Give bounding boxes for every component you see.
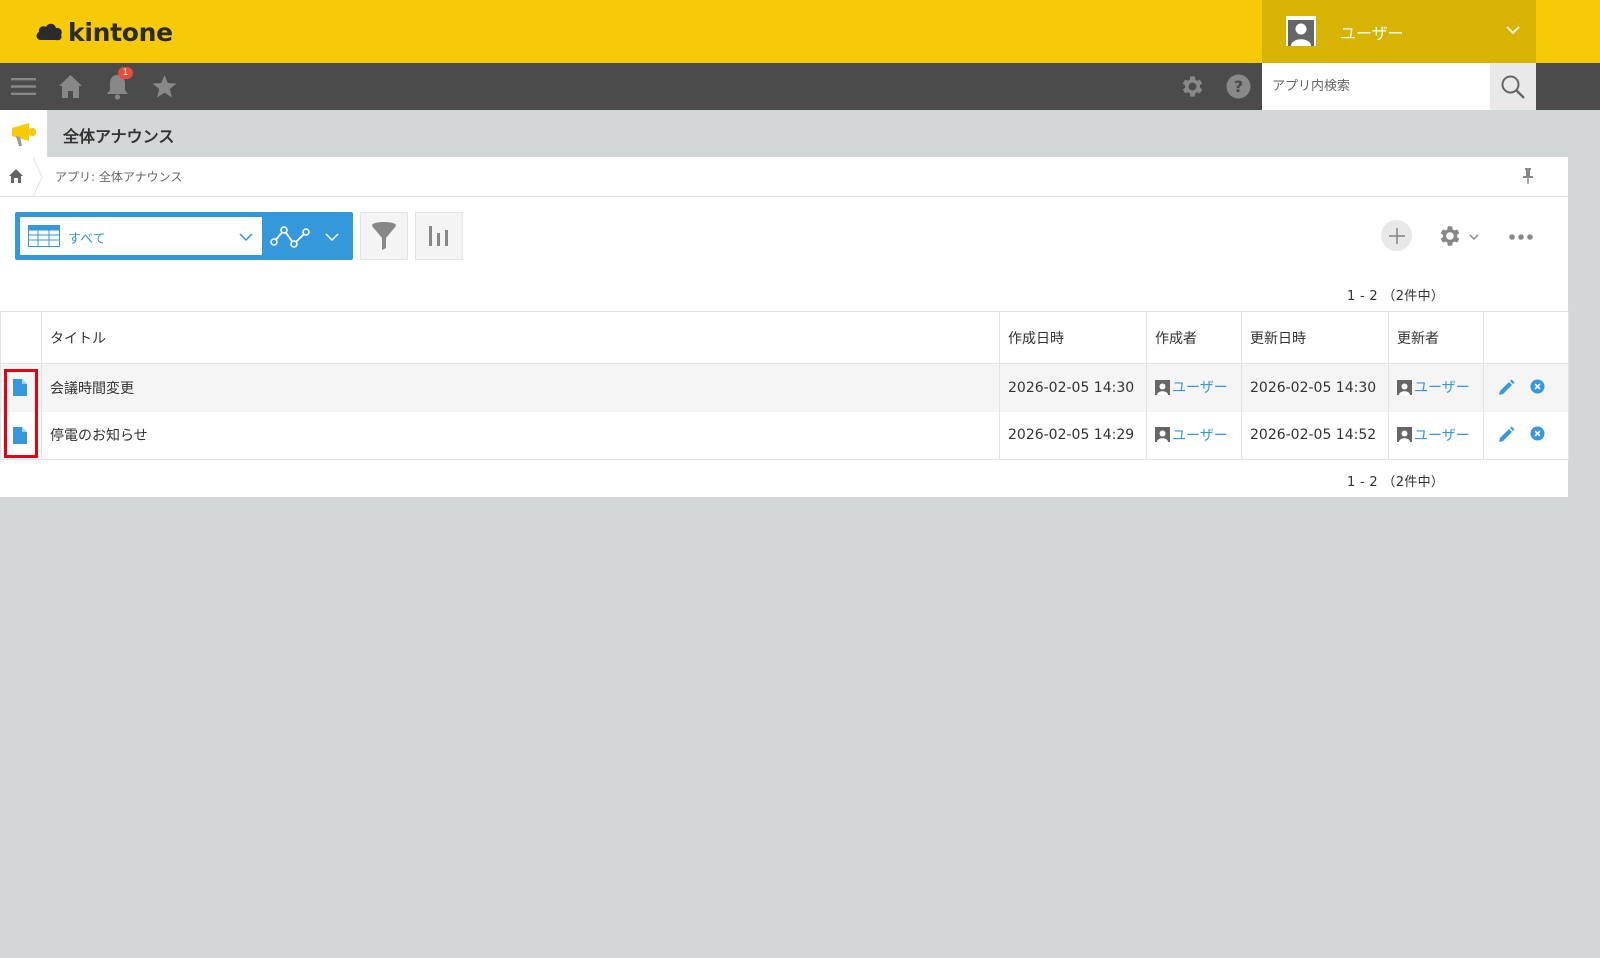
creator-name: ユーザー (1172, 380, 1228, 396)
favorites-star-icon[interactable] (151, 73, 178, 100)
record-detail-document-icon[interactable] (13, 379, 27, 397)
cell-title: 会議時間変更 (41, 363, 1000, 412)
updater-name: ユーザー (1414, 427, 1470, 444)
table-header-row: タイトル 作成日時 作成者 更新日時 更新者 (0, 311, 1569, 364)
notification-count-badge: 1 (118, 67, 133, 79)
graph-view-icon[interactable] (270, 222, 312, 250)
graph-chevron-down-icon[interactable] (325, 230, 339, 244)
app-title: 全体アナウンス (63, 127, 175, 146)
record-detail-cell[interactable] (0, 411, 42, 460)
add-record-button[interactable] (1381, 220, 1412, 251)
record-list-table: タイトル 作成日時 作成者 更新日時 更新者 会議時間変更 2026-02-05… (0, 311, 1569, 460)
view-label: すべて (68, 232, 106, 247)
pagination-top: 1 - 2 （2件中） (1347, 289, 1445, 304)
bar-chart-icon (429, 226, 448, 246)
updater-name: ユーザー (1414, 380, 1470, 396)
search-icon (1501, 75, 1525, 99)
graph-button[interactable] (415, 212, 463, 260)
cell-title: 停電のお知らせ (41, 411, 1000, 460)
table-view-icon (28, 225, 60, 247)
user-menu[interactable]: ユーザー (1262, 0, 1536, 63)
cell-creator: ユーザー (1146, 411, 1242, 460)
table-row: 会議時間変更 2026-02-05 14:30 ユーザー 2026-02-05 … (0, 363, 1569, 412)
svg-text:?: ? (1234, 77, 1243, 96)
delete-circle-icon[interactable] (1530, 426, 1545, 441)
column-header-created-at[interactable]: 作成日時 (999, 311, 1147, 364)
home-icon[interactable] (57, 73, 84, 100)
breadcrumb-separator-icon (32, 157, 43, 197)
column-header-actions (1483, 311, 1569, 364)
pin-icon[interactable] (1520, 167, 1536, 185)
creator-name: ユーザー (1172, 427, 1228, 444)
creator-user-link[interactable]: ユーザー (1155, 425, 1228, 445)
breadcrumb: アプリ: 全体アナウンス (0, 157, 1568, 197)
record-detail-document-icon[interactable] (13, 426, 27, 444)
app-header (0, 110, 1600, 157)
cell-updater: ユーザー (1388, 411, 1484, 460)
help-question-icon[interactable]: ? (1225, 73, 1252, 100)
breadcrumb-app-link[interactable]: アプリ: 全体アナウンス (55, 168, 182, 185)
cell-updated-at: 2026-02-05 14:30 (1241, 363, 1389, 412)
filter-funnel-icon (372, 222, 396, 250)
plus-icon (1388, 227, 1405, 244)
updater-user-link[interactable]: ユーザー (1397, 377, 1470, 397)
cell-actions (1483, 363, 1569, 412)
breadcrumb-home-icon[interactable] (8, 168, 24, 184)
cell-creator: ユーザー (1146, 363, 1242, 412)
user-mini-icon (1397, 379, 1412, 395)
logo-text: kintone (68, 17, 173, 47)
app-settings-gear-icon[interactable] (1436, 223, 1462, 249)
cell-created-at: 2026-02-05 14:30 (999, 363, 1147, 412)
view-dropdown[interactable]: すべて (20, 217, 262, 255)
top-bar: kintone ユーザー (0, 0, 1600, 63)
cell-created-at: 2026-02-05 14:29 (999, 411, 1147, 460)
column-header-title[interactable]: タイトル (41, 311, 1000, 364)
user-mini-icon (1155, 427, 1170, 442)
chevron-down-icon (1506, 26, 1520, 35)
user-mini-icon (1397, 427, 1412, 442)
cell-actions (1483, 411, 1569, 460)
updater-user-link[interactable]: ユーザー (1397, 425, 1470, 445)
view-selector[interactable]: すべて (15, 212, 353, 260)
cell-updater: ユーザー (1388, 363, 1484, 412)
creator-user-link[interactable]: ユーザー (1155, 377, 1228, 397)
cloud-logo-icon (36, 23, 62, 41)
record-detail-cell[interactable] (0, 363, 42, 412)
edit-pencil-icon[interactable] (1498, 379, 1515, 396)
user-avatar (1286, 16, 1316, 46)
megaphone-icon (11, 122, 36, 146)
hamburger-menu-icon[interactable] (10, 73, 37, 100)
settings-gear-icon[interactable] (1178, 73, 1205, 100)
delete-circle-icon[interactable] (1530, 379, 1545, 394)
edit-pencil-icon[interactable] (1498, 426, 1515, 443)
user-name: ユーザー (1340, 24, 1404, 43)
kintone-logo[interactable]: kintone (34, 17, 173, 47)
app-search-input[interactable] (1262, 63, 1490, 110)
table-row: 停電のお知らせ 2026-02-05 14:29 ユーザー 2026-02-05… (0, 411, 1569, 460)
search-button[interactable] (1490, 63, 1536, 110)
chevron-down-icon (239, 233, 253, 242)
column-header-creator[interactable]: 作成者 (1146, 311, 1242, 364)
column-header-updater[interactable]: 更新者 (1388, 311, 1484, 364)
pagination-bottom: 1 - 2 （2件中） (1347, 475, 1445, 490)
more-options-icon[interactable] (1508, 233, 1534, 241)
main-content: アプリ: 全体アナウンス すべて 1 - 2 （2件中） タイトル 作成日時 作… (0, 157, 1569, 497)
filter-button[interactable] (360, 212, 408, 260)
cell-updated-at: 2026-02-05 14:52 (1241, 411, 1389, 460)
app-icon (0, 110, 47, 157)
user-silhouette-icon (1288, 20, 1314, 46)
column-header-updated-at[interactable]: 更新日時 (1241, 311, 1389, 364)
column-header-detail (0, 311, 42, 364)
user-mini-icon (1155, 379, 1170, 395)
settings-chevron-down-icon[interactable] (1469, 232, 1479, 242)
